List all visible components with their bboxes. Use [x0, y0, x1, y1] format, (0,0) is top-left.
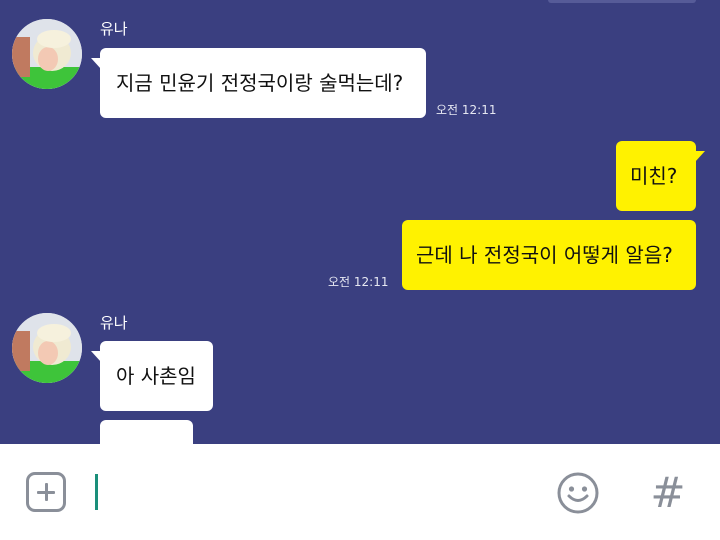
chat-area[interactable]: 유나 지금 민윤기 전정국이랑 술먹는데? 오전 12:11 미친? 근데 나 … [0, 0, 720, 444]
text-cursor [95, 474, 98, 510]
incoming-message-bubble[interactable]: 지금 민윤기 전정국이랑 술먹는데? [91, 48, 426, 118]
message-input[interactable] [92, 470, 532, 514]
message-time: 오전 12:11 [436, 103, 497, 117]
outgoing-message-bubble[interactable]: 미친? [616, 141, 705, 211]
sender-name: 유나 [100, 20, 128, 38]
bubble-tail [695, 151, 705, 162]
outgoing-message-bubble[interactable]: 근데 나 전정국이 어떻게 알음? [402, 220, 696, 290]
avatar-photo [12, 313, 82, 383]
previous-bubble-edge [548, 0, 696, 3]
plus-square-icon[interactable] [26, 472, 66, 512]
message-text: 근데 나 전정국이 어떻게 알음? [416, 243, 673, 267]
sender-avatar[interactable] [12, 19, 82, 89]
hashtag-button[interactable]: # [646, 469, 690, 517]
bubble-tail [91, 351, 101, 362]
message-text: 아 사촌임 [116, 364, 196, 388]
bubble-tail [91, 58, 101, 69]
sender-name: 유나 [100, 314, 128, 332]
incoming-message-bubble[interactable] [100, 420, 193, 444]
avatar-photo [12, 19, 82, 89]
message-time: 오전 12:11 [328, 275, 389, 289]
incoming-message-bubble[interactable]: 아 사촌임 [91, 341, 213, 411]
message-text: 미친? [630, 164, 678, 188]
sender-avatar[interactable] [12, 313, 82, 383]
smiley-icon[interactable] [556, 471, 600, 515]
message-text: 지금 민윤기 전정국이랑 술먹는데? [116, 71, 404, 95]
